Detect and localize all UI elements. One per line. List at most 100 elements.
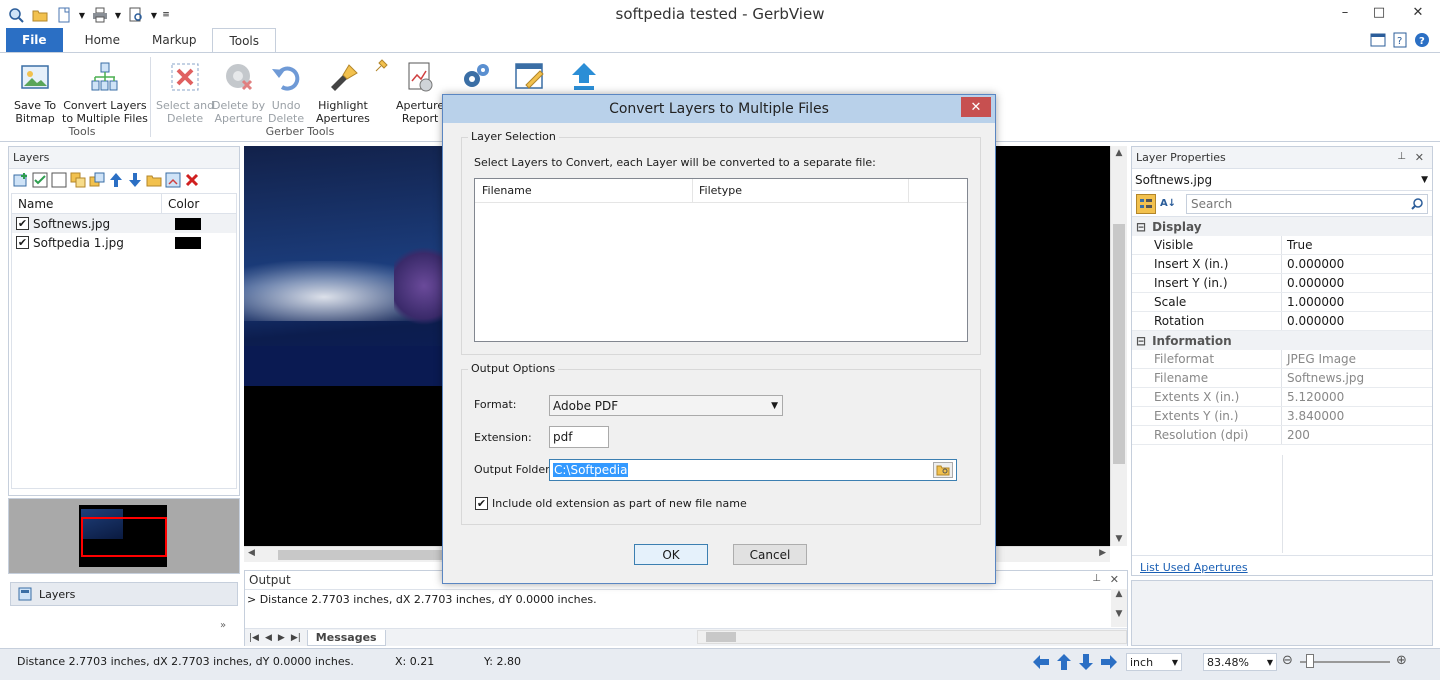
save-to-bitmap-button[interactable]: Save To Bitmap [14, 57, 56, 125]
property-row[interactable]: Insert Y (in.) 0.000000 [1132, 274, 1432, 293]
expand-chevron-icon[interactable]: » [220, 620, 226, 631]
select-and-delete-button[interactable]: Select and Delete [156, 57, 214, 125]
delete-layer-icon[interactable] [184, 172, 200, 188]
layer-visible-checkbox[interactable]: ✔ [16, 236, 29, 249]
zoom-slider-thumb[interactable] [1306, 654, 1314, 668]
arrow-down-icon[interactable] [1078, 653, 1094, 671]
maximize-button[interactable]: □ [1362, 0, 1396, 24]
undo-delete-button[interactable]: Undo Delete [268, 57, 304, 125]
categorized-icon[interactable] [1136, 193, 1156, 214]
close-icon[interactable]: ✕ [1415, 151, 1424, 164]
move-up-icon[interactable] [108, 172, 124, 188]
scroll-right-icon[interactable]: ▶ [1099, 548, 1106, 558]
property-row[interactable]: Extents Y (in.) 3.840000 [1132, 407, 1432, 426]
property-row[interactable]: Rotation 0.000000 [1132, 312, 1432, 331]
arrow-up-icon[interactable] [1056, 653, 1072, 671]
scroll-left-icon[interactable]: ◀ [248, 548, 255, 558]
add-layer-icon[interactable] [13, 172, 29, 188]
layer-row[interactable]: ✔ Softpedia 1.jpg [12, 233, 236, 252]
viewport-frame[interactable] [81, 517, 167, 557]
layer-folder-icon[interactable] [146, 172, 162, 188]
property-row[interactable]: Scale 1.000000 [1132, 293, 1432, 312]
uncheck-all-icon[interactable] [51, 172, 67, 188]
tab-markup[interactable]: Markup [136, 28, 212, 52]
window-layout-icon[interactable] [1370, 32, 1386, 48]
layers-list[interactable]: Filename Filetype [474, 178, 968, 342]
overview-thumbnail[interactable] [8, 498, 240, 574]
prev-page-icon[interactable]: ◀ [265, 633, 272, 643]
minimize-button[interactable]: – [1328, 0, 1362, 24]
scroll-thumb[interactable] [278, 550, 448, 560]
first-page-icon[interactable]: |◀ [249, 633, 259, 643]
extension-input[interactable]: pdf [549, 426, 609, 448]
close-icon[interactable]: ✕ [1110, 573, 1119, 586]
copy-layer-icon[interactable] [70, 172, 86, 188]
convert-layers-button[interactable]: Convert Layers to Multiple Files [62, 57, 148, 125]
highlight-apertures-button[interactable]: Highlight Apertures [316, 57, 370, 125]
output-folder-input[interactable]: C:\Softpedia [549, 459, 957, 481]
last-page-icon[interactable]: ▶| [291, 633, 301, 643]
property-row[interactable]: Insert X (in.) 0.000000 [1132, 255, 1432, 274]
help-icon[interactable]: ? [1414, 32, 1430, 48]
browse-folder-button[interactable] [933, 462, 953, 478]
collapse-icon[interactable]: ⊟ [1136, 220, 1146, 234]
canvas-vertical-scrollbar[interactable]: ▲ ▼ [1110, 146, 1127, 546]
edit-window-icon[interactable] [514, 61, 546, 93]
category-display[interactable]: ⊟ Display [1132, 217, 1432, 236]
ok-button[interactable]: OK [634, 544, 708, 565]
scroll-thumb[interactable] [1113, 224, 1125, 464]
tab-messages[interactable]: Messages [306, 629, 386, 646]
output-hscroll[interactable] [697, 630, 1127, 644]
alphabetical-sort-icon[interactable]: A↓ [1158, 194, 1178, 214]
column-color[interactable]: Color [162, 194, 205, 213]
scroll-up-icon[interactable]: ▲ [1111, 146, 1127, 158]
layer-select-dropdown[interactable]: Softnews.jpg ▼ [1132, 169, 1432, 191]
next-page-icon[interactable]: ▶ [278, 633, 285, 643]
layer-visible-checkbox[interactable]: ✔ [16, 217, 29, 230]
zoom-in-icon[interactable]: ⊕ [1396, 653, 1407, 668]
pin-icon[interactable]: ⊥ [1092, 573, 1101, 584]
tab-tools[interactable]: Tools [212, 27, 277, 53]
format-select[interactable]: Adobe PDF ▼ [549, 395, 783, 416]
column-filename[interactable]: Filename [475, 178, 693, 203]
column-filetype[interactable]: Filetype [693, 178, 909, 203]
scroll-down-icon[interactable]: ▼ [1111, 534, 1127, 544]
search-icon[interactable] [1411, 197, 1423, 210]
property-row[interactable]: Extents X (in.) 5.120000 [1132, 388, 1432, 407]
collapse-icon[interactable]: ⊟ [1136, 334, 1146, 348]
pin-icon[interactable] [374, 59, 388, 73]
arrow-left-icon[interactable] [1032, 654, 1050, 670]
layer-color-swatch[interactable] [175, 217, 201, 230]
layers-tab[interactable]: Layers [10, 582, 238, 606]
property-row[interactable]: Fileformat JPEG Image [1132, 350, 1432, 369]
tab-home[interactable]: Home [69, 28, 136, 52]
search-input[interactable]: Search [1186, 193, 1428, 214]
merge-layer-icon[interactable] [89, 172, 105, 188]
property-row[interactable]: Filename Softnews.jpg [1132, 369, 1432, 388]
export-layer-icon[interactable] [165, 172, 181, 188]
tab-file[interactable]: File [6, 28, 63, 52]
zoom-dropdown[interactable]: 83.48% ▼ [1203, 653, 1277, 671]
arrow-right-icon[interactable] [1100, 654, 1118, 670]
dialog-close-button[interactable]: ✕ [961, 97, 991, 117]
units-dropdown[interactable]: inch ▼ [1126, 653, 1182, 671]
close-button[interactable]: ✕ [1396, 0, 1440, 24]
list-used-apertures-link[interactable]: List Used Apertures [1132, 555, 1432, 575]
layer-color-swatch[interactable] [175, 236, 201, 249]
settings-gears-icon[interactable] [460, 61, 492, 93]
category-information[interactable]: ⊟ Information [1132, 331, 1432, 350]
property-row[interactable]: Resolution (dpi) 200 [1132, 426, 1432, 445]
pin-icon[interactable]: ⊥ [1397, 151, 1406, 162]
delete-by-aperture-button[interactable]: Delete by Aperture [212, 57, 265, 125]
column-name[interactable]: Name [12, 194, 162, 213]
property-row[interactable]: Visible True [1132, 236, 1432, 255]
cancel-button[interactable]: Cancel [733, 544, 807, 565]
aperture-report-button[interactable]: Aperture Report [396, 57, 444, 125]
output-scrollbar[interactable]: ▲ ▼ [1111, 589, 1127, 627]
move-down-icon[interactable] [127, 172, 143, 188]
layer-row[interactable]: ✔ Softnews.jpg [12, 214, 236, 233]
zoom-out-icon[interactable]: ⊖ [1282, 653, 1293, 668]
include-extension-option[interactable]: ✔ Include old extension as part of new f… [475, 497, 747, 510]
check-all-icon[interactable] [32, 172, 48, 188]
help-contents-icon[interactable]: ? [1392, 32, 1408, 48]
